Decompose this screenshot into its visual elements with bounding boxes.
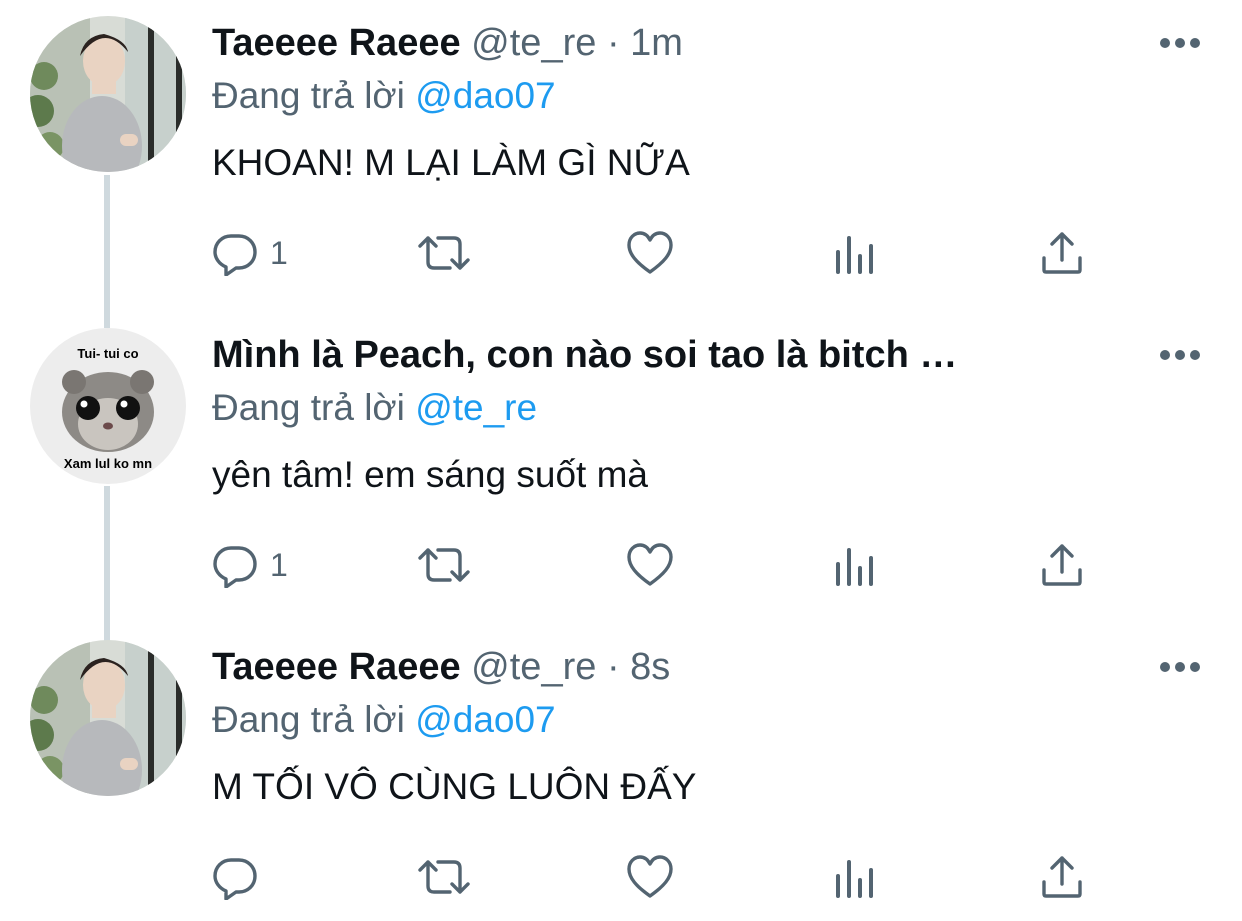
action-bar: 1 xyxy=(212,228,1132,278)
mention-link[interactable]: @te_re xyxy=(415,387,537,428)
tweet[interactable]: Tui- tui co Xam lul ko mn Mình là Peach,… xyxy=(0,312,1242,624)
views-button[interactable] xyxy=(834,228,876,278)
replying-to: Đang trả lời @dao07 xyxy=(212,696,556,744)
avatar[interactable]: Tui- tui co Xam lul ko mn xyxy=(30,328,186,484)
timestamp[interactable]: 8s xyxy=(630,646,670,688)
share-icon xyxy=(1042,544,1082,586)
avatar-caption-bottom: Xam lul ko mn xyxy=(63,456,153,471)
reply-count: 1 xyxy=(270,234,288,271)
reply-button[interactable] xyxy=(212,852,270,902)
display-name[interactable]: Taeeee Raeee xyxy=(212,22,461,64)
retweet-button[interactable] xyxy=(416,540,472,590)
separator: · xyxy=(606,646,620,688)
views-icon xyxy=(836,860,873,898)
reply-button[interactable]: 1 xyxy=(212,228,288,278)
tweet-text: KHOAN! M LẠI LÀM GÌ NỮA xyxy=(212,142,690,183)
conversation-thread: Taeeee Raeee @te_re · 1m Đang trả lời @d… xyxy=(0,0,1242,921)
avatar-caption-top: Tui- tui co xyxy=(77,346,139,361)
replying-to: Đang trả lời @te_re xyxy=(212,384,537,432)
replying-prefix: Đang trả lời xyxy=(212,75,405,116)
views-icon xyxy=(836,236,873,274)
timestamp[interactable]: 1m xyxy=(630,22,683,64)
retweet-button[interactable] xyxy=(416,852,472,902)
retweet-button[interactable] xyxy=(416,228,472,278)
like-button[interactable] xyxy=(626,852,674,902)
handle[interactable]: @te_re xyxy=(471,646,596,688)
more-icon[interactable] xyxy=(1158,660,1202,674)
reply-icon xyxy=(213,234,257,276)
reply-button[interactable]: 1 xyxy=(212,540,288,590)
views-button[interactable] xyxy=(834,852,876,902)
share-button[interactable] xyxy=(1040,540,1084,590)
display-name[interactable]: Taeeee Raeee xyxy=(212,646,461,688)
retweet-icon xyxy=(418,860,470,894)
share-button[interactable] xyxy=(1040,852,1084,902)
avatar[interactable] xyxy=(30,640,186,796)
retweet-icon xyxy=(418,236,470,270)
mention-link[interactable]: @dao07 xyxy=(415,699,555,740)
retweet-icon xyxy=(418,548,470,582)
tweet[interactable]: Taeeee Raeee @te_re · 8s Đang trả lời @d… xyxy=(0,624,1242,921)
like-button[interactable] xyxy=(626,228,674,278)
mention-link[interactable]: @dao07 xyxy=(415,75,555,116)
reply-icon xyxy=(213,858,257,900)
like-icon xyxy=(627,231,673,274)
reply-count: 1 xyxy=(270,546,288,583)
share-button[interactable] xyxy=(1040,228,1084,278)
more-icon[interactable] xyxy=(1158,348,1202,362)
tweet[interactable]: Taeeee Raeee @te_re · 1m Đang trả lời @d… xyxy=(0,0,1242,312)
reply-icon xyxy=(213,546,257,588)
like-button[interactable] xyxy=(626,540,674,590)
share-icon xyxy=(1042,856,1082,898)
display-name[interactable]: Mình là Peach, con nào soi tao là bitch … xyxy=(212,330,957,380)
replying-to: Đang trả lời @dao07 xyxy=(212,72,556,120)
tweet-header: Taeeee Raeee @te_re · 1m xyxy=(212,18,683,68)
more-icon[interactable] xyxy=(1158,36,1202,50)
like-icon xyxy=(627,543,673,586)
replying-prefix: Đang trả lời xyxy=(212,387,405,428)
like-icon xyxy=(627,855,673,898)
tweet-header: Taeeee Raeee @te_re · 8s xyxy=(212,642,670,692)
tweet-text: M TỐI VÔ CÙNG LUÔN ĐẤY xyxy=(212,766,697,807)
action-bar xyxy=(212,852,1132,902)
tweet-text: yên tâm! em sáng suốt mà xyxy=(212,454,648,495)
avatar[interactable] xyxy=(30,16,186,172)
views-icon xyxy=(836,548,873,586)
action-bar: 1 xyxy=(212,540,1132,590)
share-icon xyxy=(1042,232,1082,274)
separator: · xyxy=(606,22,620,64)
tweet-header: Mình là Peach, con nào soi tao là bitch … xyxy=(212,330,957,380)
handle[interactable]: @te_re xyxy=(471,22,596,64)
replying-prefix: Đang trả lời xyxy=(212,699,405,740)
views-button[interactable] xyxy=(834,540,876,590)
